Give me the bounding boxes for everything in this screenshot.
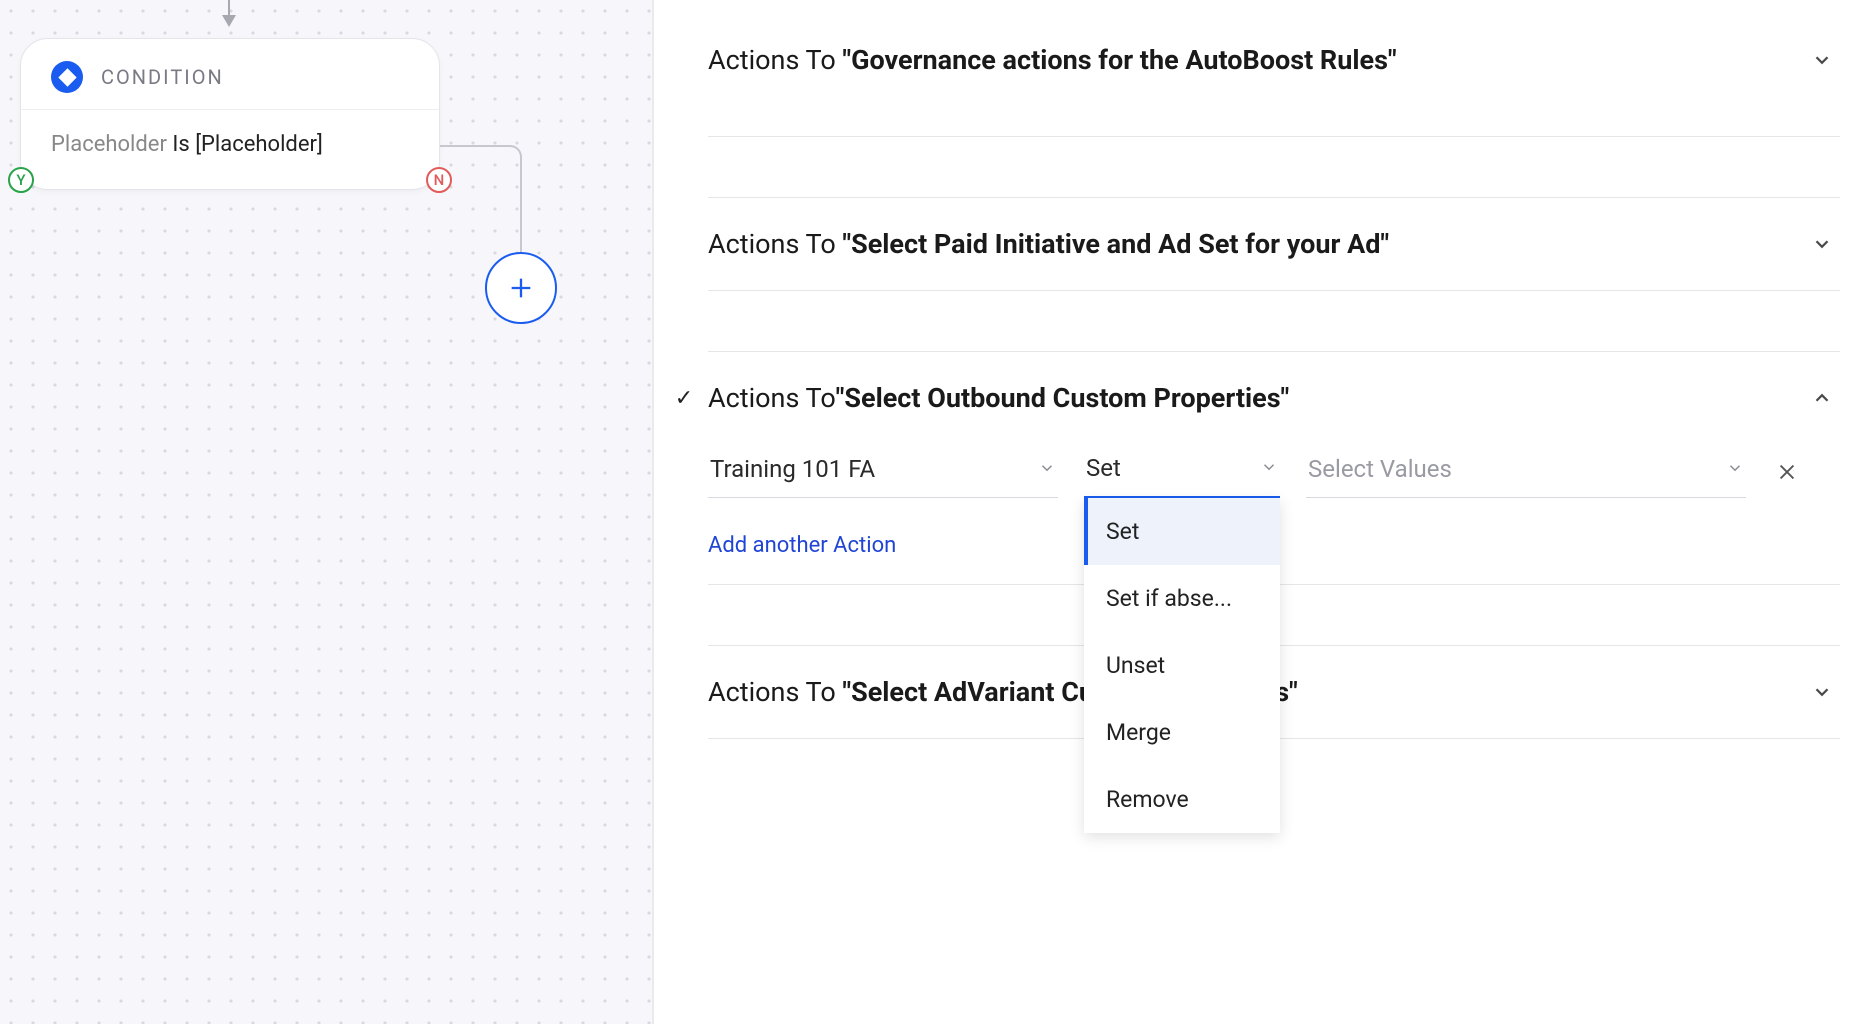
- section-header[interactable]: Actions To "Select Paid Initiative and A…: [708, 198, 1840, 290]
- connector-arrow: [228, 0, 230, 25]
- condition-operator: Is: [172, 132, 189, 157]
- chevron-down-icon: [1038, 455, 1056, 483]
- section-title: "Governance actions for the AutoBoost Ru…: [842, 44, 1396, 76]
- close-icon: [1776, 461, 1798, 483]
- plus-icon: [507, 274, 535, 302]
- actions-section-expanded: ✓ Actions To "Select Outbound Custom Pro…: [708, 351, 1840, 585]
- actions-section: Actions To "Governance actions for the A…: [708, 0, 1840, 137]
- section-prefix: Actions To: [708, 228, 842, 260]
- operator-select-value: Set: [1086, 454, 1121, 482]
- actions-panel: Actions To "Governance actions for the A…: [654, 0, 1858, 1024]
- chevron-down-icon: [1808, 46, 1836, 74]
- chevron-up-icon: [1808, 384, 1836, 412]
- chevron-down-icon: [1808, 230, 1836, 258]
- operator-dropdown: Set Set if abse... Unset Merge Remove: [1084, 498, 1280, 833]
- field-select-value: Training 101 FA: [710, 455, 875, 483]
- dropdown-option[interactable]: Set if abse...: [1084, 565, 1280, 632]
- field-select[interactable]: Training 101 FA: [708, 445, 1058, 498]
- add-node-button[interactable]: [485, 252, 557, 324]
- section-prefix: Actions To: [708, 382, 836, 414]
- section-header[interactable]: Actions To "Governance actions for the A…: [708, 0, 1840, 106]
- remove-action-button[interactable]: [1772, 457, 1802, 487]
- values-select[interactable]: Select Values: [1306, 445, 1746, 498]
- dropdown-option[interactable]: Remove: [1084, 766, 1280, 833]
- chevron-down-icon: [1808, 678, 1836, 706]
- section-title: "Select Outbound Custom Properties": [836, 382, 1289, 414]
- check-icon: ✓: [671, 386, 697, 411]
- section-title: "Select Paid Initiative and Ad Set for y…: [842, 228, 1389, 260]
- dropdown-option[interactable]: Set: [1084, 498, 1280, 565]
- section-prefix: Actions To: [708, 676, 842, 708]
- chevron-down-icon: [1726, 455, 1744, 483]
- dropdown-option[interactable]: Merge: [1084, 699, 1280, 766]
- actions-section: Actions To "Select Paid Initiative and A…: [708, 197, 1840, 291]
- condition-node[interactable]: CONDITION Placeholder Is [Placeholder] Y…: [20, 38, 440, 190]
- condition-icon: [51, 61, 83, 93]
- condition-expression: Placeholder Is [Placeholder]: [21, 110, 439, 189]
- operator-select[interactable]: Set: [1084, 444, 1280, 499]
- chevron-down-icon: [1260, 454, 1278, 482]
- workflow-canvas: CONDITION Placeholder Is [Placeholder] Y…: [0, 0, 654, 1024]
- condition-title: CONDITION: [101, 65, 224, 89]
- section-prefix: Actions To: [708, 44, 842, 76]
- values-select-placeholder: Select Values: [1308, 455, 1452, 483]
- section-header[interactable]: ✓ Actions To "Select Outbound Custom Pro…: [708, 352, 1840, 444]
- condition-value: [Placeholder]: [195, 132, 323, 157]
- condition-header: CONDITION: [21, 39, 439, 110]
- condition-yes-badge: Y: [8, 167, 34, 193]
- condition-field-placeholder: Placeholder: [51, 132, 167, 157]
- dropdown-option[interactable]: Unset: [1084, 632, 1280, 699]
- action-row-container: Training 101 FA Set Select Values: [708, 444, 1840, 529]
